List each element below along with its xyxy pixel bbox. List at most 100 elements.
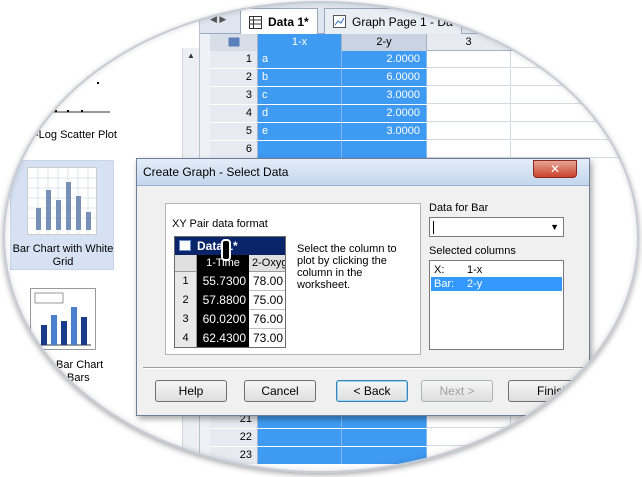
help-button[interactable]: Help bbox=[155, 380, 227, 402]
table-row[interactable]: 3 c 3.0000 bbox=[210, 87, 639, 104]
row-number[interactable]: 4 bbox=[210, 105, 258, 122]
cell-3[interactable] bbox=[427, 429, 511, 446]
table-row[interactable]: 22 bbox=[210, 429, 639, 446]
cell-y[interactable] bbox=[342, 429, 427, 446]
cell-3[interactable] bbox=[427, 105, 511, 122]
row-number[interactable]: 2 bbox=[210, 69, 258, 86]
scroll-up-arrow-icon[interactable]: ▲ bbox=[183, 48, 199, 64]
graph-page-icon bbox=[333, 15, 346, 28]
cell-y[interactable] bbox=[342, 447, 427, 464]
instructions-text: Select the column to plot by clicking th… bbox=[297, 243, 397, 291]
window-tab-bar: ◀ ▶ Data 1* Graph Page 1 - Da bbox=[200, 1, 639, 35]
selected-column-role: X: bbox=[434, 264, 445, 276]
gallery-item-log-scatter-label: -Log Scatter Plot bbox=[35, 129, 117, 141]
stacked-bar-thumbnail[interactable] bbox=[30, 288, 96, 350]
cell-y[interactable]: 2.0000 bbox=[342, 51, 427, 68]
cell-y[interactable]: 3.0000 bbox=[342, 87, 427, 104]
cell-x[interactable]: e bbox=[258, 123, 342, 140]
bar-chart-grid-icon bbox=[28, 168, 96, 234]
tab-scroll-arrows-icon[interactable]: ◀ ▶ bbox=[210, 14, 226, 25]
preview-row-number: 3 bbox=[175, 310, 197, 329]
preview-cell-1: 60.0200 bbox=[197, 310, 249, 329]
selected-column-role: Bar: bbox=[434, 278, 455, 290]
column-header-2-y[interactable]: 2-y bbox=[342, 34, 427, 51]
table-row[interactable]: 23 bbox=[210, 447, 639, 464]
cell-y[interactable]: 6.0000 bbox=[342, 69, 427, 86]
gallery-item-stacked-bar-label: d Bar Chart r Bars bbox=[46, 359, 104, 384]
list-item[interactable]: Bar: 2-y bbox=[431, 277, 562, 291]
list-item: 1 55.7300 78.00 bbox=[175, 272, 285, 291]
preview-worksheet-title-text: Data 1* bbox=[197, 239, 238, 253]
table-row[interactable]: 1 a 2.0000 bbox=[210, 51, 639, 68]
grid-corner-icon bbox=[228, 37, 239, 47]
table-row[interactable]: 4 d 2.0000 bbox=[210, 105, 639, 122]
cell-y[interactable] bbox=[342, 141, 427, 158]
cell-x[interactable]: a bbox=[258, 51, 342, 68]
cell-x[interactable]: c bbox=[258, 87, 342, 104]
cell-3[interactable] bbox=[427, 141, 511, 158]
row-number[interactable]: 23 bbox=[210, 447, 258, 464]
text-caret bbox=[433, 221, 434, 234]
cell-3[interactable] bbox=[427, 69, 511, 86]
row-number[interactable]: 6 bbox=[210, 141, 258, 158]
cell-x[interactable] bbox=[258, 447, 342, 464]
stacked-bar-icon bbox=[34, 292, 91, 346]
preview-row-number: 1 bbox=[175, 272, 197, 291]
cell-3[interactable] bbox=[427, 123, 511, 140]
column-header-1-x[interactable]: 1-x bbox=[258, 34, 342, 51]
table-row[interactable]: 2 b 6.0000 bbox=[210, 69, 639, 86]
row-number[interactable]: 1 bbox=[210, 51, 258, 68]
preview-worksheet: Data 1* 1-Time 2-Oxyg 1 55.7300 78.00 2 … bbox=[174, 236, 286, 348]
close-icon[interactable]: ✕ bbox=[533, 160, 577, 178]
worksheet-icon bbox=[249, 15, 262, 29]
log-scatter-thumbnail[interactable] bbox=[45, 60, 115, 120]
preview-row-number: 2 bbox=[175, 291, 197, 310]
column-header-empty[interactable] bbox=[511, 34, 639, 51]
cell-y[interactable]: 2.0000 bbox=[342, 105, 427, 122]
bar-chart-white-grid-thumbnail bbox=[27, 167, 97, 235]
selected-columns-list[interactable]: X: 1-x Bar: 2-y bbox=[429, 260, 564, 350]
preview-cell-2: 73.00 bbox=[253, 331, 284, 345]
list-item[interactable]: X: 1-x bbox=[431, 263, 562, 277]
tab-graph-page-1[interactable]: Graph Page 1 - Da bbox=[324, 8, 462, 34]
finish-button[interactable]: Finish bbox=[508, 380, 598, 402]
preview-cell-2: 76.00 bbox=[253, 312, 284, 326]
select-all-corner[interactable] bbox=[210, 34, 258, 51]
cancel-button[interactable]: Cancel bbox=[244, 380, 316, 402]
table-row[interactable]: 6 bbox=[210, 141, 639, 158]
cell-x[interactable]: b bbox=[258, 69, 342, 86]
column-header-row: 1-x 2-y 3 bbox=[210, 34, 639, 51]
gallery-item-bar-white-grid[interactable]: Bar Chart with White Grid bbox=[10, 160, 114, 270]
cell-x[interactable]: d bbox=[258, 105, 342, 122]
data-for-bar-label: Data for Bar bbox=[429, 202, 489, 214]
preview-cell-1: 62.4300 bbox=[197, 329, 249, 347]
cell-y[interactable]: 3.0000 bbox=[342, 123, 427, 140]
cell-3[interactable] bbox=[427, 51, 511, 68]
preview-cell-2: 78.00 bbox=[253, 274, 284, 288]
tab-data-1[interactable]: Data 1* bbox=[240, 8, 318, 35]
screenshot-stage: -Log Scatter Plot Bar Chart with White G… bbox=[3, 1, 639, 473]
selected-column-name: 1-x bbox=[467, 264, 483, 276]
chevron-down-icon[interactable]: ▼ bbox=[550, 218, 559, 236]
back-button[interactable]: < Back bbox=[336, 380, 408, 402]
cell-x[interactable] bbox=[258, 141, 342, 158]
preview-cell-1: 57.8800 bbox=[197, 291, 249, 310]
xy-format-label: XY Pair data format bbox=[172, 218, 268, 230]
table-row[interactable]: 5 e 3.0000 bbox=[210, 123, 639, 140]
preview-corner bbox=[175, 255, 197, 272]
tab-graph-page-1-label: Graph Page 1 - Da bbox=[352, 14, 453, 29]
cell-3[interactable] bbox=[427, 87, 511, 104]
dialog-titlebar[interactable]: Create Graph - Select Data ✕ bbox=[137, 159, 589, 186]
cell-3[interactable] bbox=[427, 447, 511, 464]
preview-cell-1: 55.7300 bbox=[197, 272, 249, 291]
row-number[interactable]: 5 bbox=[210, 123, 258, 140]
drag-pointer-icon bbox=[221, 239, 231, 261]
column-header-3[interactable]: 3 bbox=[427, 34, 511, 51]
log-scatter-icon bbox=[50, 72, 110, 113]
list-item: 3 60.0200 76.00 bbox=[175, 310, 285, 329]
row-number[interactable]: 22 bbox=[210, 429, 258, 446]
cell-x[interactable] bbox=[258, 429, 342, 446]
row-number[interactable]: 3 bbox=[210, 87, 258, 104]
next-button[interactable]: Next > bbox=[421, 380, 493, 402]
data-for-bar-select[interactable]: ▼ bbox=[429, 217, 564, 237]
